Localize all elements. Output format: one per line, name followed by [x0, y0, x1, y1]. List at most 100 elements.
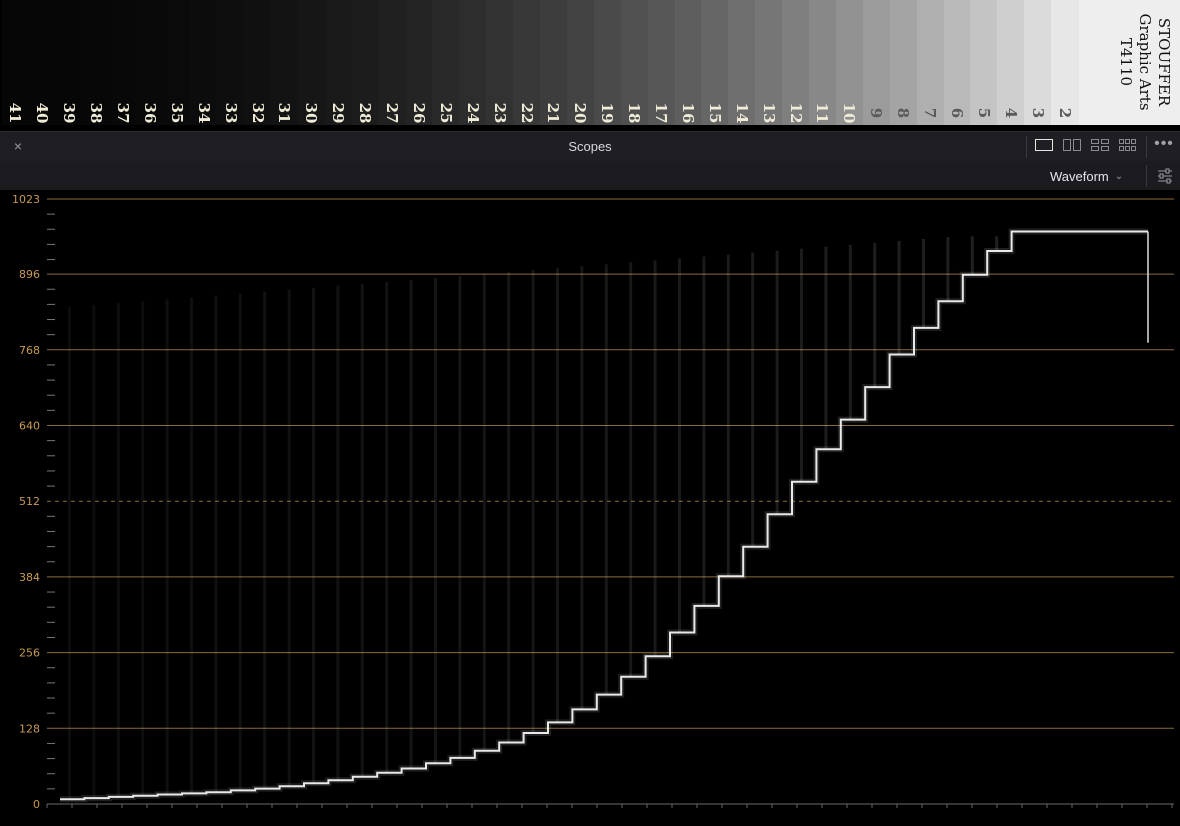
brand-line-1: STOUFFER [1155, 17, 1173, 107]
edge-spike [312, 287, 315, 784]
wedge-step-number: 39 [60, 102, 79, 124]
y-tick-label: 896 [19, 268, 40, 281]
edge-spike [263, 291, 267, 789]
wedge-step-number: 40 [33, 102, 52, 124]
wedge-step-number: 32 [248, 102, 267, 124]
wedge-step-number: 23 [490, 102, 509, 124]
wedge-step-number: 7 [921, 107, 940, 119]
edge-spike [238, 293, 242, 791]
y-tick-label: 0 [33, 798, 40, 811]
edge-spike [702, 256, 706, 606]
edge-spike [531, 270, 535, 734]
wedge-step-number: 26 [409, 102, 428, 124]
y-tick-label: 1023 [12, 193, 40, 206]
edge-spike [141, 301, 145, 796]
wedge-step-number: 18 [625, 102, 644, 124]
wedge-step-number: 37 [114, 102, 133, 124]
wedge-step-number: 2 [1055, 107, 1074, 119]
wedge-step-number: 38 [87, 102, 106, 124]
edge-spike [800, 248, 803, 482]
staircase-trace [60, 230, 1148, 801]
brand-line-2: Graphic Arts [1136, 13, 1154, 111]
edge-spike [336, 285, 340, 781]
edge-spike [946, 236, 950, 302]
wedge-step-number: 12 [786, 102, 805, 124]
edge-spike [629, 262, 633, 677]
edge-spike [458, 276, 462, 758]
wedge-step-number: 27 [383, 102, 402, 124]
y-tick-label: 128 [19, 722, 40, 735]
stouffer-brand-label: STOUFFER Graphic Arts T4110 [1112, 2, 1174, 122]
wedge-step-number: 20 [571, 102, 590, 124]
y-tick-label: 384 [19, 571, 40, 584]
dual-view-layout-icon[interactable] [1063, 139, 1081, 151]
edge-spike [775, 250, 779, 515]
wedge-step-number: 21 [544, 102, 563, 124]
edge-spike [824, 246, 828, 450]
wedge-step-number: 19 [598, 102, 617, 124]
edge-spike [897, 240, 901, 355]
y-tick-label: 512 [19, 495, 40, 508]
edge-spike [507, 272, 511, 743]
header-divider [1026, 136, 1027, 158]
wedge-step-number: 41 [6, 102, 25, 124]
wedge-step-number: 9 [867, 107, 886, 119]
edge-spike [287, 289, 291, 787]
toolbar-divider [1146, 165, 1147, 187]
wedge-step-number: 22 [517, 102, 536, 124]
edge-spike [678, 258, 681, 633]
edge-spike [190, 297, 193, 794]
scopes-panel-header: × Scopes ••• [0, 131, 1180, 162]
waveform-scope: 1023 896 768 640 512 384 256 128 0 [0, 190, 1180, 826]
wedge-step-number: 4 [1001, 107, 1020, 119]
step-wedge-image: 41 40 39 38 37 36 35 34 33 32 31 30 29 28 27 26 25 24 23 22… [0, 0, 1180, 125]
wedge-step-number: 36 [140, 102, 159, 124]
wedge-step-number: 35 [167, 102, 186, 124]
edge-spike [604, 264, 608, 695]
edge-spike [653, 260, 657, 657]
waveform-graph: 1023 896 768 640 512 384 256 128 0 [12, 193, 1174, 811]
more-options-icon[interactable]: ••• [1152, 136, 1176, 153]
wedge-step-number: 31 [275, 102, 294, 124]
wedge-step-number: 14 [732, 102, 751, 124]
staircase-glow [60, 228, 1148, 803]
single-view-layout-icon[interactable] [1035, 139, 1053, 151]
scope-settings-icon[interactable] [1156, 167, 1174, 185]
scope-type-label: Waveform [1050, 168, 1109, 184]
edge-spike [92, 305, 96, 799]
wedge-step-number: 15 [705, 102, 724, 124]
panel-title: Scopes [568, 139, 612, 154]
wedge-step-number: 8 [894, 107, 913, 119]
wedge-step-number: 25 [436, 102, 455, 124]
wedge-step-number: 16 [678, 102, 697, 124]
wedge-step-number: 34 [194, 102, 213, 124]
edge-spike [214, 295, 218, 793]
wedge-step-number: 13 [759, 102, 778, 124]
grid-view-layout-icon[interactable] [1119, 139, 1137, 151]
edge-spike [970, 236, 974, 275]
wedge-step-number: 17 [652, 102, 671, 124]
edge-spike [116, 303, 120, 797]
wedge-step-number: 33 [221, 102, 240, 124]
chevron-down-icon: ⌄ [1114, 170, 1124, 182]
y-tick-label: 768 [19, 344, 40, 357]
wedge-step-number: 28 [356, 102, 375, 124]
wedge-step-number: 10 [840, 102, 859, 124]
edge-spike [922, 238, 925, 328]
edge-spike [68, 307, 71, 800]
wedge-step-number: 5 [974, 107, 993, 119]
y-tick-label: 256 [19, 647, 40, 660]
header-divider [1146, 136, 1147, 158]
edge-spike [482, 274, 486, 751]
edge-spike [873, 242, 877, 388]
scope-type-dropdown[interactable]: Waveform ⌄ [1050, 166, 1123, 186]
edge-spike [751, 252, 755, 547]
edge-spike [434, 277, 437, 764]
edge-spike [409, 279, 413, 769]
edge-spike [385, 281, 389, 773]
wedge-step-number: 6 [947, 107, 966, 119]
brand-line-3: T4110 [1117, 37, 1135, 87]
wedge-step-number: 24 [463, 102, 482, 124]
quad-view-layout-icon[interactable] [1091, 139, 1109, 151]
wedge-step-number: 30 [302, 102, 321, 124]
